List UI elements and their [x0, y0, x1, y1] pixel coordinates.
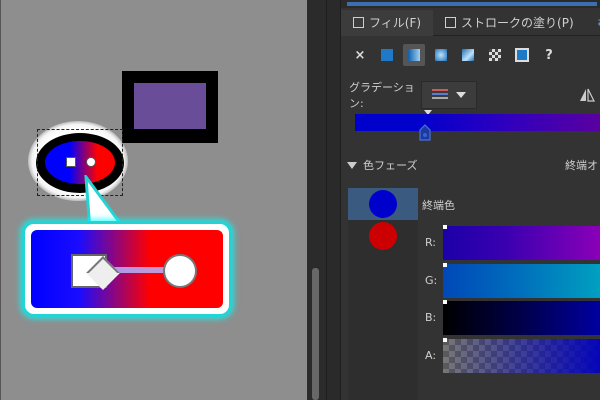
- canvas-vertical-scrollbar[interactable]: [312, 268, 319, 400]
- pattern-button[interactable]: [484, 44, 506, 66]
- channel-b: B:: [425, 300, 600, 335]
- linear-gradient-button[interactable]: [403, 44, 425, 66]
- channel-a-marker: [443, 338, 447, 342]
- channel-r-label: R:: [425, 236, 437, 249]
- page-edge: [0, 0, 1, 400]
- zoom-end-handle: [163, 254, 197, 288]
- gradient-dropdown[interactable]: [421, 81, 477, 109]
- radial-gradient-icon: [435, 49, 447, 61]
- stop-list: [348, 188, 418, 400]
- end-color-label: 終端色: [422, 199, 455, 212]
- unset-button[interactable]: ?: [538, 44, 560, 66]
- channel-r: R:: [425, 225, 600, 260]
- zoom-gradient-view: [31, 230, 223, 308]
- end-opacity-label: 終端オ: [565, 159, 598, 172]
- radial-gradient-button[interactable]: [430, 44, 452, 66]
- swatch-icon: [515, 48, 529, 62]
- channel-a-label: A:: [425, 349, 437, 362]
- canvas-area[interactable]: [0, 0, 308, 400]
- reverse-gradient-icon[interactable]: [578, 87, 596, 103]
- gradient-stop-handle[interactable]: [418, 124, 432, 142]
- tab-stroke-fill[interactable]: ストロークの塗り(P): [433, 10, 586, 36]
- gradient-end-handle[interactable]: [86, 157, 96, 167]
- gradient-label: グラデーション:: [349, 81, 415, 110]
- channel-b-slider[interactable]: [443, 301, 600, 335]
- no-paint-button[interactable]: ×: [349, 44, 371, 66]
- document-page[interactable]: [0, 0, 307, 400]
- tab-fill[interactable]: フィル(F): [341, 9, 434, 36]
- gradient-start-handle[interactable]: [66, 157, 76, 167]
- gradient-preview-icon: [432, 89, 448, 101]
- tab-stroke-fill-label: ストロークの塗り(P): [461, 16, 574, 30]
- zoom-callout: [22, 221, 232, 317]
- mesh-gradient-button[interactable]: [457, 44, 479, 66]
- channel-g-label: G:: [425, 274, 438, 287]
- stop-list-item[interactable]: [348, 188, 418, 220]
- panel-tabs: フィル(F) ストロークの塗り(P) ⇄ ス: [341, 9, 600, 36]
- color-phases-header[interactable]: 色フェーズ 終端オ: [341, 155, 600, 175]
- linear-gradient-icon: [408, 49, 420, 61]
- channel-b-marker: [443, 300, 447, 304]
- panel-divider[interactable]: [326, 0, 341, 400]
- close-icon: ×: [354, 47, 366, 63]
- panel-top-strip: [341, 0, 600, 8]
- mesh-gradient-icon: [462, 49, 474, 61]
- gradient-row: グラデーション:: [349, 81, 600, 110]
- channel-b-label: B:: [425, 311, 437, 324]
- zoom-start-handle: [71, 254, 107, 288]
- stop-swatch: [369, 190, 397, 218]
- channel-g-slider[interactable]: [443, 264, 600, 298]
- rectangle-shape[interactable]: [122, 71, 218, 143]
- expand-triangle-icon: [347, 161, 357, 169]
- tab-fill-label: フィル(F): [369, 16, 422, 30]
- channel-r-slider[interactable]: [443, 226, 600, 260]
- stop-list-item[interactable]: [348, 220, 418, 252]
- color-phases-label: 色フェーズ: [363, 159, 418, 172]
- stop-swatch: [369, 222, 397, 250]
- checkbox-icon[interactable]: [445, 17, 457, 28]
- gradient-bar[interactable]: [355, 114, 600, 131]
- channel-a: A:: [425, 338, 600, 373]
- fill-type-toolbar: × ?: [349, 44, 565, 66]
- chevron-down-icon: [456, 92, 466, 98]
- pattern-icon: [489, 49, 501, 61]
- question-icon: ?: [545, 47, 553, 63]
- flat-color-button[interactable]: [376, 44, 398, 66]
- channel-g-marker: [443, 263, 447, 267]
- flat-color-icon: [381, 49, 393, 61]
- channel-a-slider[interactable]: [443, 339, 600, 373]
- swatch-button[interactable]: [511, 44, 533, 66]
- channel-g: G:: [425, 263, 600, 298]
- channel-r-marker: [443, 225, 447, 229]
- tab-stroke-style[interactable]: ⇄ ス: [586, 10, 600, 36]
- panel-accent-bar: [347, 2, 597, 6]
- checkbox-icon[interactable]: [353, 17, 364, 28]
- fill-panel: フィル(F) ストロークの塗り(P) ⇄ ス × ? グラデーション:: [341, 0, 600, 400]
- rectangle-fill: [134, 83, 206, 129]
